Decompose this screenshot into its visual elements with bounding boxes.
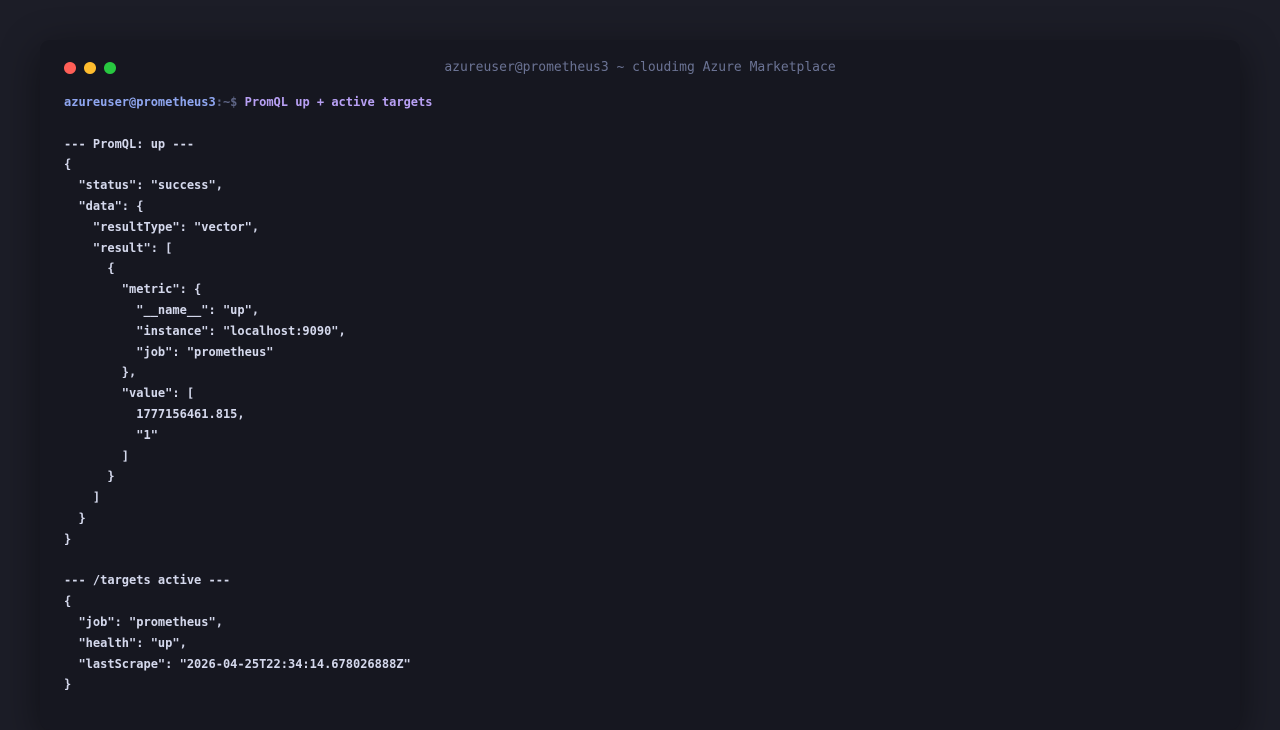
output-line: }, xyxy=(64,365,137,380)
output-line: 1777156461.815, xyxy=(64,406,245,421)
terminal-window: azureuser@prometheus3 ~ cloudimg Azure M… xyxy=(40,40,1240,730)
output-line: "value": [ xyxy=(64,386,195,401)
output-line: } xyxy=(64,531,72,546)
output-line: "resultType": "vector", xyxy=(64,219,260,234)
output-line: "health": "up", xyxy=(64,635,187,650)
output-line: "result": [ xyxy=(64,240,173,255)
output-line: { xyxy=(64,261,115,276)
prompt-user-host: azureuser@prometheus3 xyxy=(64,95,216,109)
output-line: "lastScrape": "2026-04-25T22:34:14.67802… xyxy=(64,656,411,671)
output-line: ] xyxy=(64,490,101,505)
output-line: "1" xyxy=(64,427,158,442)
output-line: "job": "prometheus" xyxy=(64,344,274,359)
output-line: } xyxy=(64,677,72,692)
output-line: { xyxy=(64,157,72,172)
prompt-path: :~$ xyxy=(215,95,238,109)
title-bar: azureuser@prometheus3 ~ cloudimg Azure M… xyxy=(40,40,1240,96)
output-line: --- PromQL: up --- xyxy=(64,136,195,151)
window-title: azureuser@prometheus3 ~ cloudimg Azure M… xyxy=(444,60,836,75)
output-line: "instance": "localhost:9090", xyxy=(64,323,346,338)
output-line: { xyxy=(64,594,72,609)
output-line: } xyxy=(64,469,115,484)
output-line: "job": "prometheus", xyxy=(64,614,223,629)
output-line: } xyxy=(64,510,86,525)
output-line: "status": "success", xyxy=(64,178,223,193)
output-line: "metric": { xyxy=(64,282,202,297)
output-line: ] xyxy=(64,448,130,463)
output-line: "data": { xyxy=(64,198,144,213)
prompt-command: PromQL up + active targets xyxy=(244,95,433,109)
command-output: --- PromQL: up --- { "status": "success",… xyxy=(64,113,1216,695)
terminal-output[interactable]: azureuser@prometheus3:~$ PromQL up + act… xyxy=(64,92,1216,695)
output-line: --- /targets active --- xyxy=(64,573,231,588)
output-line: "__name__": "up", xyxy=(64,302,260,317)
prompt-line: azureuser@prometheus3:~$ PromQL up + act… xyxy=(64,92,1216,113)
